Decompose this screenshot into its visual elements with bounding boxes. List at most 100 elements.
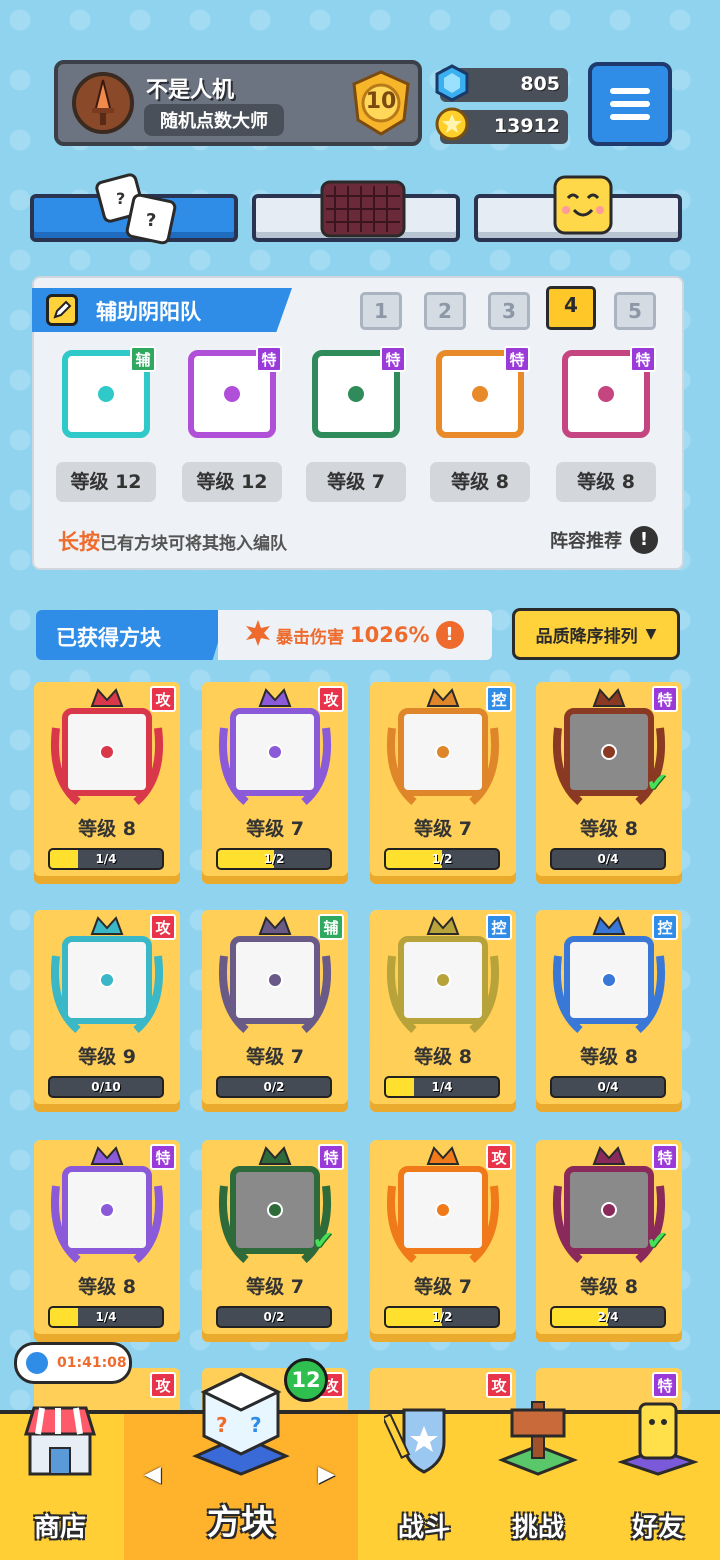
block-pip bbox=[99, 972, 115, 988]
dice-icon: ? ? bbox=[94, 172, 184, 250]
block-level: 等级 7 bbox=[414, 818, 472, 840]
lineup-title[interactable]: 辅助阴阳队 bbox=[32, 288, 292, 332]
block-card[interactable]: ✔ 特等级 7 0/2 bbox=[202, 1140, 348, 1342]
nav-shop-label: 商店 bbox=[33, 1513, 86, 1543]
block-card[interactable]: 控等级 8 0/4 bbox=[536, 910, 682, 1112]
tab-dice[interactable]: ? ? bbox=[30, 173, 238, 245]
block-pip bbox=[435, 1202, 451, 1218]
player-profile[interactable]: 不是人机 随机点数大师 10 bbox=[54, 60, 422, 146]
block-level: 等级 8 bbox=[580, 1046, 638, 1068]
hint-highlight: 长按 bbox=[58, 530, 100, 554]
block-card[interactable]: ✔ 特等级 8 2/4 bbox=[536, 1140, 682, 1342]
menu-button[interactable] bbox=[588, 62, 672, 146]
block-type-tag: 攻 bbox=[318, 686, 344, 712]
crit-value: 1026% bbox=[350, 623, 430, 647]
upgrade-progress-bar: 0/10 bbox=[48, 1076, 164, 1098]
slot-level: 等级 12 bbox=[182, 462, 282, 502]
lineup-slot[interactable]: 特 bbox=[182, 346, 282, 446]
block-card[interactable]: 控等级 8 1/4 bbox=[370, 910, 516, 1112]
block-face bbox=[564, 708, 654, 796]
nav-challenge[interactable]: 挑战 bbox=[478, 1401, 598, 1560]
sort-label: 品质降序排列 bbox=[535, 626, 638, 647]
team-tab-3[interactable]: 3 bbox=[488, 292, 530, 330]
gem-counter[interactable]: 805 bbox=[435, 64, 568, 102]
block-card[interactable]: 攻等级 7 1/2 bbox=[370, 1140, 516, 1342]
event-timer[interactable]: 01:41:08 bbox=[14, 1342, 132, 1384]
progress-text: 0/10 bbox=[91, 1080, 121, 1094]
upgrade-progress-bar: 1/2 bbox=[384, 1306, 500, 1328]
slot-level: 等级 8 bbox=[430, 462, 530, 502]
block-type-tag: 特 bbox=[652, 1144, 678, 1170]
nav-battle[interactable]: 战斗 bbox=[364, 1408, 484, 1560]
svg-text:?: ? bbox=[146, 210, 156, 231]
upgrade-progress-bar: 1/2 bbox=[216, 848, 332, 870]
crit-label: 暴击伤害 bbox=[276, 627, 344, 648]
team-tab-5[interactable]: 5 bbox=[614, 292, 656, 330]
sort-dropdown[interactable]: 品质降序排列 ▼ bbox=[512, 608, 680, 660]
block-type-tag: 攻 bbox=[486, 1372, 512, 1398]
block-pip bbox=[598, 386, 614, 402]
nav-next-arrow-icon[interactable]: ▶ bbox=[318, 1462, 335, 1487]
dragon-block-art bbox=[216, 688, 334, 808]
tab-emote[interactable] bbox=[474, 175, 682, 242]
block-card[interactable]: ✔ 特等级 8 0/4 bbox=[536, 682, 682, 884]
coin-amount: 13912 bbox=[493, 115, 560, 137]
block-face bbox=[230, 708, 320, 796]
progress-text: 1/4 bbox=[95, 852, 117, 866]
block-card[interactable]: 辅等级 7 0/2 bbox=[202, 910, 348, 1112]
progress-text: 0/2 bbox=[263, 1310, 285, 1324]
tab-board[interactable] bbox=[252, 180, 460, 242]
block-face bbox=[62, 708, 152, 796]
block-pip bbox=[601, 972, 617, 988]
blocks-count-badge: 12 bbox=[284, 1358, 328, 1402]
nav-blocks[interactable]: ? ? 方块 bbox=[124, 1372, 358, 1560]
smiley-block-icon bbox=[552, 174, 614, 240]
block-card[interactable]: 特等级 8 1/4 bbox=[34, 1140, 180, 1342]
menu-line bbox=[610, 88, 650, 94]
block-level: 等级 8 bbox=[580, 1276, 638, 1298]
nav-shop[interactable]: 商店 bbox=[0, 1406, 120, 1560]
block-card[interactable]: 攻等级 7 1/2 bbox=[202, 682, 348, 884]
block-type-tag: 特 bbox=[630, 346, 656, 372]
upgrade-progress-bar: 0/4 bbox=[550, 1076, 666, 1098]
bottom-nav: 商店 ? ? 方块 战斗 挑战 好友 bbox=[0, 1372, 720, 1560]
nav-prev-arrow-icon[interactable]: ◀ bbox=[144, 1462, 161, 1487]
progress-text: 1/2 bbox=[431, 852, 453, 866]
lineup-slot[interactable]: 特 bbox=[306, 346, 406, 446]
crit-burst-icon bbox=[246, 620, 270, 650]
block-pip bbox=[601, 744, 617, 760]
dragon-block-art bbox=[384, 688, 502, 808]
lineup-recommend-button[interactable]: 阵容推荐 ! bbox=[550, 526, 658, 554]
crit-info-icon[interactable]: ! bbox=[435, 621, 464, 649]
lineup-slot[interactable]: 特 bbox=[556, 346, 656, 446]
block-pip bbox=[348, 386, 364, 402]
progress-text: 1/2 bbox=[263, 852, 285, 866]
block-pip bbox=[472, 386, 488, 402]
block-card[interactable]: 攻等级 9 0/10 bbox=[34, 910, 180, 1112]
coin-counter[interactable]: 13912 bbox=[435, 107, 568, 144]
lineup-slot[interactable]: 辅 bbox=[56, 346, 156, 446]
nav-friends[interactable]: 好友 bbox=[598, 1402, 718, 1560]
team-tab-1[interactable]: 1 bbox=[360, 292, 402, 330]
block-level: 等级 9 bbox=[78, 1046, 136, 1068]
progress-text: 0/4 bbox=[597, 1080, 619, 1094]
team-tab-2[interactable]: 2 bbox=[424, 292, 466, 330]
gem-icon bbox=[434, 64, 470, 107]
block-level: 等级 7 bbox=[246, 1276, 304, 1298]
rank-badge[interactable]: 10 bbox=[350, 70, 412, 136]
lineup-slot[interactable]: 特 bbox=[430, 346, 530, 446]
edit-pencil-icon[interactable] bbox=[46, 294, 78, 326]
block-card[interactable]: 攻等级 8 1/4 bbox=[34, 682, 180, 884]
block-type-tag: 特 bbox=[150, 1144, 176, 1170]
hint-text: 已有方块可将其拖入编队 bbox=[100, 534, 287, 554]
block-type-tag: 攻 bbox=[150, 914, 176, 940]
info-icon: ! bbox=[630, 526, 658, 554]
block-type-tag: 攻 bbox=[150, 1372, 176, 1398]
team-tab-4[interactable]: 4 bbox=[546, 286, 596, 330]
block-pip bbox=[98, 386, 114, 402]
dragon-block-art bbox=[48, 688, 166, 808]
block-card[interactable]: 控等级 7 1/2 bbox=[370, 682, 516, 884]
menu-line bbox=[610, 101, 650, 107]
crit-damage-info[interactable]: 暴击伤害 1026% ! bbox=[218, 610, 492, 660]
player-name: 不是人机 bbox=[146, 78, 235, 103]
